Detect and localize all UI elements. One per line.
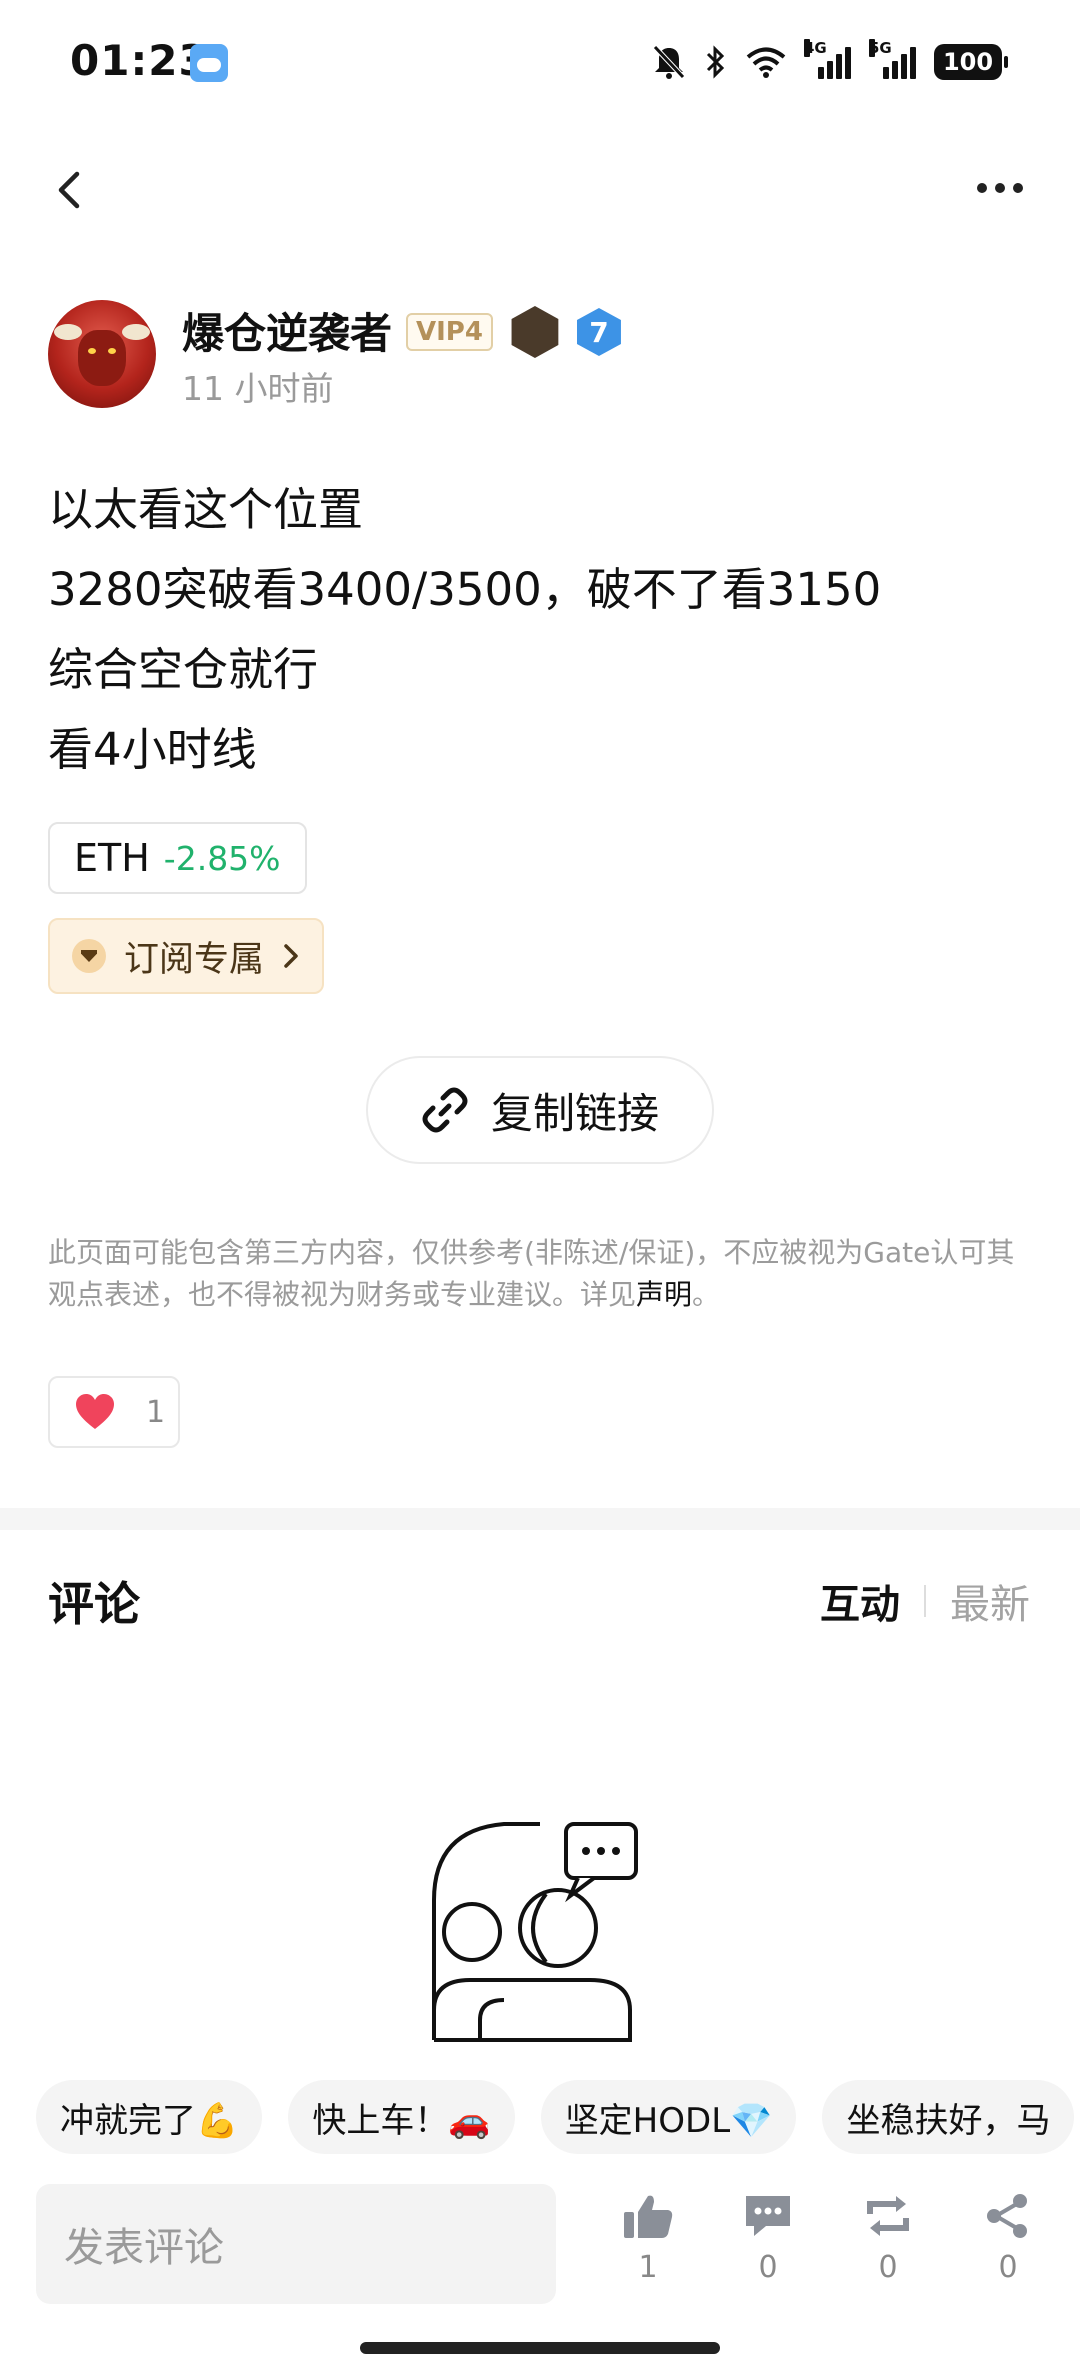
quick-reply-chip[interactable]: 冲就完了💪 [36, 2080, 263, 2154]
post-time: 11 小时前 [182, 369, 334, 408]
comments-sort: 互动 最新 [820, 1572, 1030, 1630]
copy-link-button[interactable]: 复制链接 [366, 1056, 714, 1164]
section-divider [0, 1508, 1080, 1530]
ticker-symbol: ETH [74, 836, 150, 880]
share-count: 0 [998, 2250, 1018, 2285]
quick-reply-chips: 冲就完了💪 快上车！🚗 坚定HODL💎 坐稳扶好，马 [36, 2080, 1080, 2156]
post-line: 看4小时线 [48, 723, 257, 776]
battery-icon: 100 [934, 44, 1008, 80]
status-icons: 4G 5G 100 [652, 39, 1008, 84]
thumbs-up-icon [624, 2195, 673, 2238]
post-content: 以太看这个位置 3280突破看3400/3500，破不了看3150 综合空仓就行… [48, 470, 1048, 790]
repost-icon [867, 2196, 909, 2236]
chevron-right-icon [284, 944, 298, 968]
share-button[interactable]: 0 [968, 2192, 1048, 2302]
bottom-action-bar: 发表评论 1 0 0 0 [0, 2180, 1080, 2310]
network-label: 4G [804, 39, 827, 57]
avatar-horn [54, 324, 82, 340]
level-badge[interactable]: 7 [576, 308, 621, 356]
sort-latest-tab[interactable]: 最新 [950, 1572, 1030, 1630]
weather-icon [190, 44, 228, 82]
subscribe-exclusive-button[interactable]: 订阅专属 [48, 918, 325, 994]
ticker-tag[interactable]: ETH -2.85% [48, 822, 307, 894]
post-line: 以太看这个位置 [48, 483, 364, 536]
signal-icon: 4G [804, 39, 851, 79]
avatar-eye [88, 348, 96, 354]
chevron-left-icon[interactable] [50, 170, 90, 210]
rank-badge-icon[interactable] [511, 306, 559, 358]
comment-input-placeholder: 发表评论 [64, 2225, 224, 2271]
status-bar: 01:23 4G 5G 100 [0, 0, 1080, 130]
subscribe-label: 订阅专属 [124, 939, 265, 980]
comment-count: 0 [758, 2250, 778, 2285]
comments-title: 评论 [48, 1577, 140, 1631]
disclaimer-end: 。 [692, 1278, 721, 1311]
battery-level: 100 [942, 48, 994, 76]
quick-reply-chip[interactable]: 快上车！🚗 [288, 2080, 515, 2154]
sort-interactive-tab[interactable]: 互动 [820, 1572, 900, 1630]
comment-button[interactable]: 0 [728, 2192, 808, 2302]
author-badges: VIP4 7 [406, 306, 621, 358]
like-count: 1 [638, 2250, 658, 2285]
signal-icon: 5G [869, 39, 916, 79]
post-line: 综合空仓就行 [48, 643, 319, 696]
heart-icon [76, 1394, 114, 1429]
status-time: 01:23 [70, 36, 209, 85]
link-icon [422, 1087, 468, 1133]
disclaimer-link[interactable]: 声明 [636, 1278, 692, 1311]
diamond-icon [72, 939, 106, 973]
empty-comments-illustration [432, 1822, 638, 2042]
disclaimer-text: 此页面可能包含第三方内容，仅供参考(非陈述/保证)，不应被视为Gate认可其观点… [48, 1236, 1015, 1311]
quick-reply-chip[interactable]: 坚定HODL💎 [540, 2080, 797, 2154]
comment-input[interactable]: 发表评论 [36, 2184, 556, 2304]
post-line: 3280突破看3400/3500，破不了看3150 [48, 563, 882, 616]
disclaimer: 此页面可能包含第三方内容，仅供参考(非陈述/保证)，不应被视为Gate认可其观点… [48, 1232, 1033, 1316]
comment-icon [746, 2196, 790, 2236]
home-indicator[interactable] [360, 2342, 720, 2354]
vip-badge[interactable]: VIP4 [406, 313, 493, 351]
like-button[interactable]: 1 [608, 2192, 688, 2302]
share-icon [987, 2194, 1027, 2238]
author-name[interactable]: 爆仓逆袭者 [182, 300, 392, 361]
ticker-change: -2.85% [163, 838, 281, 878]
post-author: 爆仓逆袭者 VIP4 7 11 小时前 [48, 300, 1048, 412]
copy-link-label: 复制链接 [490, 1088, 659, 1138]
avatar-face [78, 330, 126, 386]
like-reaction-button[interactable]: 1 [48, 1376, 180, 1448]
network-label: 5G [869, 39, 892, 57]
top-nav [0, 150, 1080, 230]
repost-button[interactable]: 0 [848, 2192, 928, 2302]
wifi-icon [746, 47, 786, 78]
sort-divider [924, 1585, 926, 1617]
quick-reply-chip[interactable]: 坐稳扶好，马 [822, 2080, 1075, 2154]
like-count: 1 [146, 1394, 166, 1430]
avatar[interactable] [48, 300, 156, 408]
avatar-eye [108, 348, 116, 354]
avatar-horn [122, 324, 150, 340]
bell-off-icon [653, 45, 685, 79]
repost-count: 0 [878, 2250, 898, 2285]
more-horizontal-icon[interactable] [970, 178, 1030, 198]
bluetooth-icon [706, 45, 725, 79]
